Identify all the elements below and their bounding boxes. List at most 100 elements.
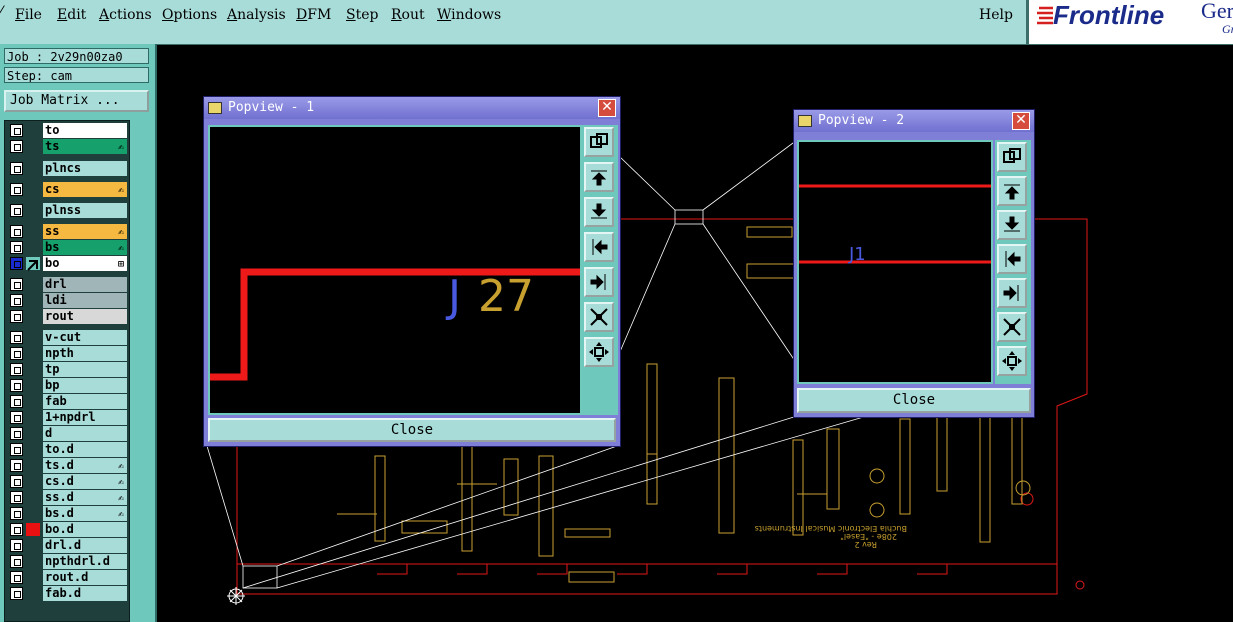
layer-name[interactable]: 1+npdrl [43,410,127,425]
popview-1-window[interactable]: Popview - 1 ✕ J 27 Close [203,96,621,447]
menu-windows[interactable]: Windows [437,7,501,23]
popview-2-close-icon[interactable]: ✕ [1012,112,1030,130]
menu-rout[interactable]: Rout [391,7,425,23]
menu-analysis[interactable]: Analysis [227,7,286,23]
layer-name[interactable]: ss ✍ [43,224,127,239]
layer-visibility-checkbox[interactable] [10,539,23,552]
layer-visibility-checkbox[interactable] [10,310,23,323]
layer-visibility-checkbox[interactable] [10,162,23,175]
zoom-in-button[interactable] [584,302,614,332]
zoom-in-button[interactable] [997,312,1027,342]
popview-2-window[interactable]: Popview - 2 ✕ J1 Close [793,109,1035,418]
menu-actions[interactable]: Actions [99,7,152,23]
layer-visibility-checkbox[interactable] [10,294,23,307]
popview-2-close-button[interactable]: Close [797,388,1031,413]
layer-name[interactable]: cs.d ✍ [43,474,127,489]
layer-visibility-checkbox[interactable] [10,225,23,238]
layer-name[interactable]: cs ✍ [43,182,127,197]
layer-row[interactable]: bo.d [7,522,127,537]
layer-name[interactable]: v-cut [43,330,127,345]
menu-step[interactable]: Step [346,7,378,23]
pan-down-button[interactable] [997,210,1027,240]
layer-row[interactable]: ldi [7,293,127,308]
layer-visibility-checkbox[interactable] [10,347,23,360]
layer-name[interactable]: fab [43,394,127,409]
layer-visibility-checkbox[interactable] [10,363,23,376]
popview-1-viewport[interactable]: J 27 [208,125,582,415]
layer-name[interactable]: plncs [43,161,127,176]
zoom-out-button[interactable] [584,337,614,367]
pan-left-button[interactable] [997,244,1027,274]
layer-row[interactable]: drl.d [7,538,127,553]
layer-name[interactable]: drl [43,277,127,292]
layer-row[interactable]: rout.d [7,570,127,585]
layer-name[interactable]: to [43,123,127,138]
layer-row[interactable]: plncs [7,161,127,176]
layer-visibility-checkbox[interactable] [10,491,23,504]
layer-name[interactable]: bs.d ✍ [43,506,127,521]
zoom-out-button[interactable] [997,346,1027,376]
layer-row[interactable]: bo ⊞ [7,256,127,271]
layer-row[interactable]: npth [7,346,127,361]
layer-name[interactable]: npthdrl.d [43,554,127,569]
layer-row[interactable]: bp [7,378,127,393]
layer-name[interactable]: npth [43,346,127,361]
layer-row[interactable]: fab [7,394,127,409]
popview-2-viewport[interactable]: J1 [797,140,993,384]
layer-visibility-checkbox[interactable] [10,204,23,217]
menu-dfm[interactable]: DFM [296,7,331,23]
layer-visibility-checkbox[interactable] [10,183,23,196]
menu-options[interactable]: Options [162,7,217,23]
layer-row[interactable]: plnss [7,203,127,218]
layer-row[interactable]: d [7,426,127,441]
layer-row[interactable]: bs ✍ [7,240,127,255]
popview-1-titlebar[interactable]: Popview - 1 ✕ [204,97,620,119]
layer-row[interactable]: to.d [7,442,127,457]
layer-visibility-checkbox[interactable] [10,331,23,344]
layer-row[interactable]: 1+npdrl [7,410,127,425]
layer-visibility-checkbox[interactable] [10,140,23,153]
layer-color-swatch[interactable] [26,523,40,536]
layer-name[interactable]: rout [43,309,127,324]
layer-name[interactable]: drl.d [43,538,127,553]
layer-visibility-checkbox[interactable] [10,587,23,600]
layer-visibility-checkbox[interactable] [10,459,23,472]
layer-visibility-checkbox[interactable] [10,475,23,488]
pan-up-button[interactable] [584,162,614,192]
layer-visibility-checkbox[interactable] [10,395,23,408]
pan-up-button[interactable] [997,176,1027,206]
layer-visibility-checkbox[interactable] [10,278,23,291]
layer-name[interactable]: ts.d ✍ [43,458,127,473]
layer-visibility-checkbox[interactable] [10,241,23,254]
layer-visibility-checkbox[interactable] [10,555,23,568]
layer-row[interactable]: tp [7,362,127,377]
layer-row[interactable]: ss ✍ [7,224,127,239]
layer-row[interactable]: ss.d ✍ [7,490,127,505]
layer-row[interactable]: ts ✍ [7,139,127,154]
menu-help[interactable]: Help [979,7,1013,23]
layer-visibility-checkbox[interactable] [10,257,23,270]
layer-list[interactable]: to ts ✍ plncs cs ✍ plnss ss ✍ bs ✍ bo ⊞ drl ldi rout v-c… [4,120,130,622]
layer-row[interactable]: cs ✍ [7,182,127,197]
layer-name[interactable]: to.d [43,442,127,457]
layer-row[interactable]: bs.d ✍ [7,506,127,521]
layer-name[interactable]: bs ✍ [43,240,127,255]
layer-name[interactable]: fab.d [43,586,127,601]
layer-visibility-checkbox[interactable] [10,507,23,520]
layer-row[interactable]: fab.d [7,586,127,601]
pan-right-button[interactable] [997,278,1027,308]
layer-visibility-checkbox[interactable] [10,379,23,392]
layer-row[interactable]: to [7,123,127,138]
layer-visibility-checkbox[interactable] [10,571,23,584]
menu-edit[interactable]: Edit [57,7,86,23]
layer-name[interactable]: d [43,426,127,441]
popview-1-close-button[interactable]: Close [208,418,616,442]
layer-name[interactable]: ss.d ✍ [43,490,127,505]
layer-row[interactable]: npthdrl.d [7,554,127,569]
layer-row[interactable]: rout [7,309,127,324]
zoom-home-button[interactable] [997,142,1027,172]
zoom-home-button[interactable] [584,127,614,157]
window-menu-glyph[interactable]: ⁄ [0,4,2,20]
layer-row[interactable]: drl [7,277,127,292]
layer-visibility-checkbox[interactable] [10,124,23,137]
